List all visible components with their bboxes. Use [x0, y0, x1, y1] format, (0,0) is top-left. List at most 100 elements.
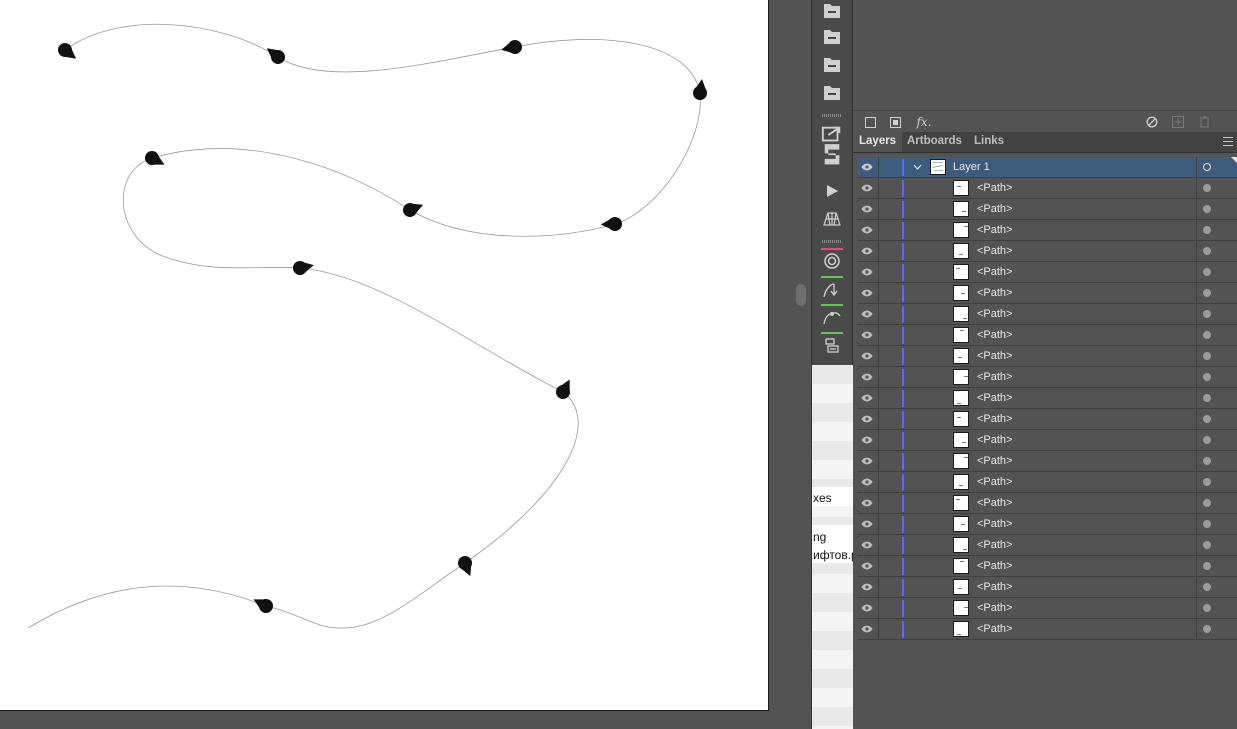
- target-indicator[interactable]: [1203, 436, 1211, 444]
- path-name[interactable]: <Path>: [977, 451, 1012, 472]
- tab-links[interactable]: Links: [968, 132, 1010, 152]
- path-name[interactable]: <Path>: [977, 598, 1012, 619]
- target-indicator[interactable]: [1203, 331, 1211, 339]
- path-name[interactable]: <Path>: [977, 535, 1012, 556]
- path-name[interactable]: <Path>: [977, 577, 1012, 598]
- path-row[interactable]: <Path>: [857, 283, 1237, 304]
- eye-icon[interactable]: [860, 392, 874, 404]
- target-indicator[interactable]: [1203, 310, 1211, 318]
- path-name[interactable]: <Path>: [977, 304, 1012, 325]
- path-row[interactable]: <Path>: [857, 472, 1237, 493]
- anchor-point-icon[interactable]: [821, 279, 843, 301]
- square-outline-icon[interactable]: [864, 115, 876, 129]
- new-style-icon[interactable]: [1171, 115, 1185, 129]
- path-row[interactable]: <Path>: [857, 430, 1237, 451]
- path-row[interactable]: <Path>: [857, 598, 1237, 619]
- lock-toggle[interactable]: [879, 283, 900, 304]
- play-icon[interactable]: [821, 180, 843, 202]
- lock-toggle[interactable]: [879, 514, 900, 535]
- folder-icon[interactable]: [821, 26, 843, 48]
- path-row[interactable]: <Path>: [857, 262, 1237, 283]
- target-indicator[interactable]: [1203, 373, 1211, 381]
- tab-layers[interactable]: Layers: [853, 132, 903, 152]
- path-name[interactable]: <Path>: [977, 367, 1012, 388]
- path-name[interactable]: <Path>: [977, 619, 1012, 640]
- lock-toggle[interactable]: [879, 388, 900, 409]
- eye-icon[interactable]: [860, 161, 874, 173]
- path-name[interactable]: <Path>: [977, 472, 1012, 493]
- path-row[interactable]: <Path>: [857, 493, 1237, 514]
- eye-icon[interactable]: [860, 539, 874, 551]
- path-name[interactable]: <Path>: [977, 430, 1012, 451]
- eye-icon[interactable]: [860, 497, 874, 509]
- path-row[interactable]: <Path>: [857, 388, 1237, 409]
- path-name[interactable]: <Path>: [977, 325, 1012, 346]
- lock-toggle[interactable]: [879, 451, 900, 472]
- target-indicator[interactable]: [1203, 226, 1211, 234]
- eye-icon[interactable]: [860, 245, 874, 257]
- lock-toggle[interactable]: [879, 535, 900, 556]
- path-row[interactable]: <Path>: [857, 409, 1237, 430]
- motion-path[interactable]: [27, 23, 701, 629]
- panel-grip[interactable]: [822, 114, 842, 117]
- eye-icon[interactable]: [860, 224, 874, 236]
- path-name[interactable]: <Path>: [977, 556, 1012, 577]
- lock-toggle[interactable]: [879, 619, 900, 640]
- path-name[interactable]: <Path>: [977, 220, 1012, 241]
- lock-toggle[interactable]: [879, 367, 900, 388]
- target-indicator[interactable]: [1203, 457, 1211, 465]
- lock-toggle[interactable]: [879, 409, 900, 430]
- eye-icon[interactable]: [860, 455, 874, 467]
- path-name[interactable]: <Path>: [977, 388, 1012, 409]
- eye-icon[interactable]: [860, 287, 874, 299]
- lock-toggle[interactable]: [879, 220, 900, 241]
- eye-icon[interactable]: [860, 266, 874, 278]
- export-icon[interactable]: [821, 124, 843, 168]
- path-row[interactable]: <Path>: [857, 325, 1237, 346]
- path-row[interactable]: <Path>: [857, 535, 1237, 556]
- path-row[interactable]: <Path>: [857, 178, 1237, 199]
- path-row[interactable]: <Path>: [857, 514, 1237, 535]
- eye-icon[interactable]: [860, 350, 874, 362]
- target-indicator[interactable]: [1203, 625, 1211, 633]
- lock-toggle[interactable]: [879, 199, 900, 220]
- path-row[interactable]: <Path>: [857, 346, 1237, 367]
- path-name[interactable]: <Path>: [977, 178, 1012, 199]
- lock-toggle[interactable]: [879, 178, 900, 199]
- layer-name[interactable]: Layer 1: [953, 157, 990, 178]
- target-indicator[interactable]: [1203, 205, 1211, 213]
- lock-toggle[interactable]: [879, 325, 900, 346]
- artboard[interactable]: [0, 0, 769, 711]
- spiral-icon[interactable]: [821, 250, 843, 272]
- path-row[interactable]: <Path>: [857, 556, 1237, 577]
- path-row[interactable]: <Path>: [857, 577, 1237, 598]
- lock-toggle[interactable]: [879, 346, 900, 367]
- path-row[interactable]: <Path>: [857, 199, 1237, 220]
- target-indicator[interactable]: [1203, 268, 1211, 276]
- lock-toggle[interactable]: [879, 577, 900, 598]
- eye-icon[interactable]: [860, 413, 874, 425]
- path-name[interactable]: <Path>: [977, 346, 1012, 367]
- path-row[interactable]: <Path>: [857, 304, 1237, 325]
- eye-icon[interactable]: [860, 518, 874, 530]
- panel-menu-icon[interactable]: [1223, 137, 1233, 146]
- path-row[interactable]: <Path>: [857, 220, 1237, 241]
- vertical-scrollbar-thumb[interactable]: [796, 284, 806, 306]
- fx-button[interactable]: fx.: [915, 115, 933, 129]
- chevron-down-icon[interactable]: [912, 161, 922, 173]
- path-name[interactable]: <Path>: [977, 262, 1012, 283]
- path-name[interactable]: <Path>: [977, 283, 1012, 304]
- eye-icon[interactable]: [860, 371, 874, 383]
- lock-toggle[interactable]: [879, 556, 900, 577]
- target-indicator[interactable]: [1203, 163, 1211, 171]
- eye-icon[interactable]: [860, 203, 874, 215]
- path-row[interactable]: <Path>: [857, 367, 1237, 388]
- target-indicator[interactable]: [1203, 541, 1211, 549]
- lock-toggle[interactable]: [879, 262, 900, 283]
- eye-icon[interactable]: [860, 560, 874, 572]
- path-row[interactable]: <Path>: [857, 241, 1237, 262]
- folder-icon[interactable]: [821, 54, 843, 76]
- lock-toggle[interactable]: [879, 493, 900, 514]
- target-indicator[interactable]: [1203, 289, 1211, 297]
- lock-toggle[interactable]: [879, 304, 900, 325]
